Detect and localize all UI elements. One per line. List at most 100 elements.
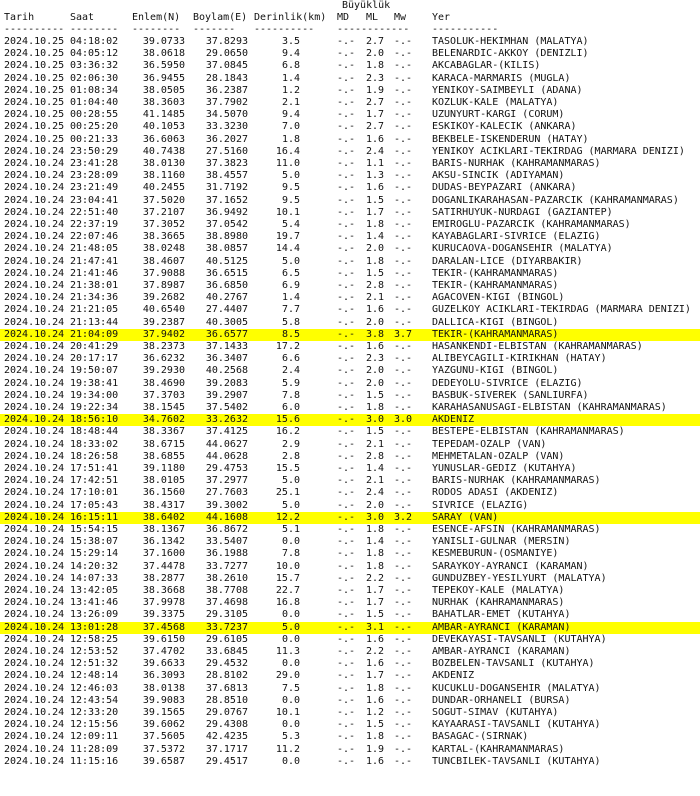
- cell-longitude: 29.4753: [205, 463, 248, 474]
- cell-longitude: 40.2767: [205, 292, 248, 304]
- cell-ml: 1.8: [366, 731, 385, 743]
- cell-time: 22:07:46: [70, 231, 119, 243]
- cell-md: -.-: [337, 731, 356, 743]
- cell-longitude: 37.6813: [205, 682, 248, 694]
- cell-date: 2024.10.24: [4, 560, 65, 572]
- cell-latitude: 38.4317: [142, 499, 185, 511]
- cell-mw: -.-: [394, 499, 413, 511]
- cell-longitude: 44.0628: [205, 450, 248, 462]
- cell-ml: 1.5: [366, 389, 385, 401]
- cell-latitude: 38.6402: [142, 511, 185, 523]
- cell-latitude: 39.6587: [142, 755, 185, 767]
- cell-latitude: 38.0105: [142, 475, 185, 487]
- cell-longitude: 37.5402: [205, 402, 248, 413]
- cell-md: -.-: [337, 426, 356, 438]
- cell-depth: 10.1: [275, 707, 300, 718]
- cell-ml: 2.3: [366, 353, 385, 365]
- cell-location: KARAHASANUSAGI-ELBISTAN (KAHRAMANMARAS): [432, 402, 667, 413]
- table-row: 2024.10.24 13:42:05 38.3668 38.7708 22.7 -.- 1…: [0, 585, 700, 597]
- cell-location: DEDEYOLU-SIVRICE (ELAZIG): [432, 377, 583, 389]
- cell-date: 2024.10.24: [4, 511, 65, 523]
- cell-date: 2024.10.24: [4, 145, 65, 157]
- cell-mw: -.-: [394, 304, 413, 316]
- cell-mw: -.-: [394, 316, 413, 328]
- cell-depth: 9.4: [281, 109, 300, 121]
- table-row: 2024.10.24 23:50:29 40.7438 27.5160 16.4 -.- 2…: [0, 146, 700, 158]
- cell-longitude: 36.6515: [205, 267, 248, 279]
- cell-date: 2024.10.24: [4, 536, 65, 548]
- cell-longitude: 33.3230: [205, 121, 248, 133]
- col-ml-header: ML: [366, 12, 379, 23]
- cell-depth: 5.0: [281, 255, 300, 267]
- cell-mw: -.-: [394, 658, 413, 670]
- cell-date: 2024.10.24: [4, 438, 65, 450]
- cell-mw: -.-: [394, 219, 413, 230]
- cell-time: 18:33:02: [70, 438, 119, 450]
- table-row: 2024.10.24 14:07:33 38.2877 38.2610 15.7 -.- 2…: [0, 573, 700, 585]
- table-row: 2024.10.24 17:42:51 38.0105 37.2977 5.0 -.- 2.…: [0, 475, 700, 487]
- cell-depth: 8.5: [281, 328, 300, 340]
- cell-mw: -.-: [394, 560, 413, 572]
- header-group-row: Büyüklük: [0, 0, 700, 12]
- cell-mw: -.-: [394, 682, 413, 694]
- table-row: 2024.10.24 13:41:46 37.9978 37.4698 16.8 -.- 1…: [0, 597, 700, 609]
- cell-latitude: 39.1565: [142, 707, 185, 718]
- cell-time: 18:48:44: [70, 426, 119, 438]
- cell-depth: 16.8: [275, 597, 300, 609]
- table-row: 2024.10.24 21:47:41 38.4607 40.5125 5.0 -.- 1.…: [0, 256, 700, 268]
- cell-mw: 3.7: [394, 328, 413, 340]
- cell-mw: -.-: [394, 341, 413, 352]
- cell-depth: 14.4: [275, 243, 300, 255]
- cell-ml: 1.6: [366, 133, 385, 145]
- cell-latitude: 39.6633: [142, 658, 185, 670]
- cell-longitude: 38.4557: [205, 170, 248, 182]
- cell-ml: 1.8: [366, 255, 385, 267]
- cell-md: -.-: [337, 231, 356, 243]
- cell-ml: 2.4: [366, 145, 385, 157]
- cell-date: 2024.10.24: [4, 463, 65, 474]
- cell-mw: 3.0: [394, 414, 413, 426]
- cell-time: 19:34:00: [70, 389, 119, 401]
- cell-latitude: 38.1545: [142, 402, 185, 413]
- cell-longitude: 28.1843: [205, 72, 248, 84]
- cell-md: -.-: [337, 621, 356, 633]
- cell-time: 12:46:03: [70, 682, 119, 694]
- cell-depth: 15.5: [275, 463, 300, 474]
- cell-longitude: 34.5070: [205, 109, 248, 121]
- cell-depth: 1.8: [281, 133, 300, 145]
- cell-latitude: 37.5020: [142, 194, 185, 206]
- cell-depth: 10.0: [275, 560, 300, 572]
- cell-longitude: 36.8672: [205, 524, 248, 535]
- cell-md: -.-: [337, 72, 356, 84]
- cell-mw: -.-: [394, 231, 413, 243]
- table-row: 2024.10.24 13:26:09 39.3375 29.3105 0.0 -.- 1.…: [0, 609, 700, 621]
- cell-latitude: 37.4702: [142, 646, 185, 657]
- cell-time: 17:10:01: [70, 487, 119, 499]
- cell-longitude: 28.8510: [205, 694, 248, 706]
- rule-location: -----------: [432, 24, 499, 35]
- cell-location: AGACOVEN-KIGI (BINGOL): [432, 292, 565, 304]
- cell-latitude: 40.7438: [142, 145, 185, 157]
- cell-longitude: 37.4125: [205, 426, 248, 438]
- cell-longitude: 28.8102: [205, 670, 248, 682]
- cell-longitude: 37.8293: [205, 36, 248, 47]
- cell-date: 2024.10.24: [4, 182, 65, 194]
- cell-depth: 6.8: [281, 60, 300, 72]
- table-row: 2024.10.24 22:07:46 38.3665 38.8980 19.7 -.- 1…: [0, 231, 700, 243]
- cell-ml: 1.8: [366, 560, 385, 572]
- cell-ml: 1.7: [366, 585, 385, 596]
- cell-md: -.-: [337, 48, 356, 60]
- cell-time: 12:48:14: [70, 670, 119, 682]
- cell-time: 03:36:32: [70, 60, 119, 72]
- cell-longitude: 37.0542: [205, 219, 248, 230]
- cell-longitude: 33.7237: [205, 621, 248, 633]
- cell-ml: 1.9: [366, 743, 385, 755]
- cell-md: -.-: [337, 755, 356, 767]
- cell-ml: 1.8: [366, 60, 385, 72]
- cell-latitude: 38.0505: [142, 84, 185, 96]
- cell-mw: -.-: [394, 719, 413, 731]
- cell-ml: 1.8: [366, 524, 385, 535]
- cell-latitude: 38.6855: [142, 450, 185, 462]
- cell-time: 21:47:41: [70, 255, 119, 267]
- cell-ml: 2.1: [366, 438, 385, 450]
